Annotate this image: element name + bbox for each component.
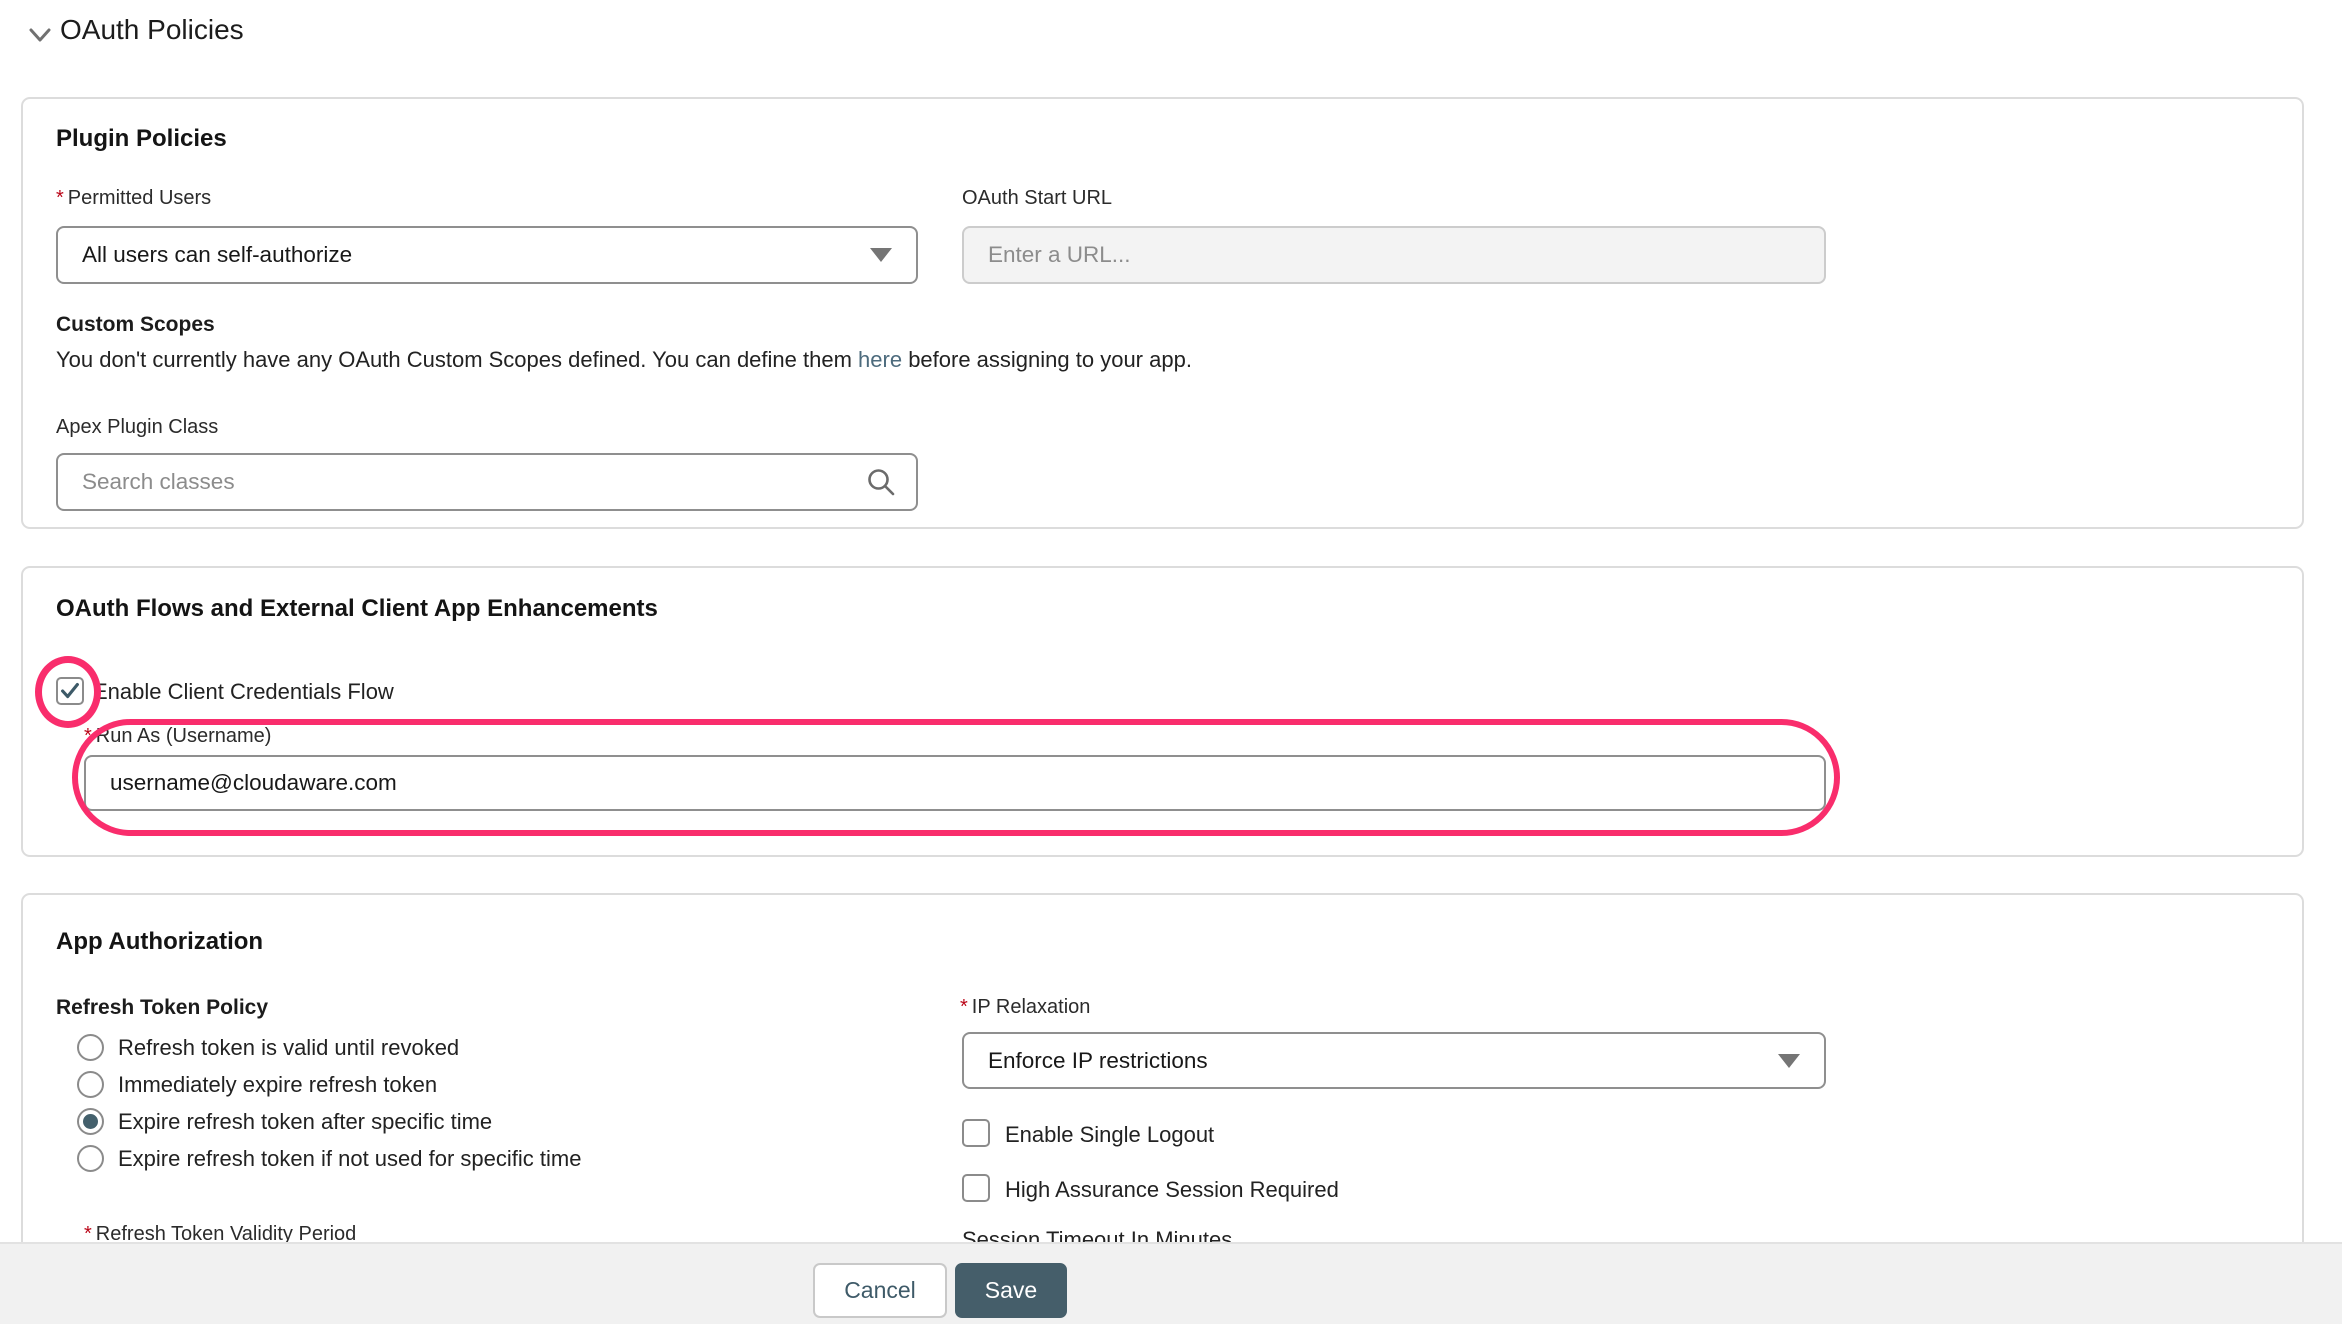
oauth-flows-heading: OAuth Flows and External Client App Enha… (56, 595, 658, 623)
search-classes-input[interactable] (56, 453, 918, 511)
app-authorization-heading: App Authorization (56, 928, 263, 956)
dropdown-caret-icon (870, 248, 892, 262)
here-link[interactable]: here (858, 347, 902, 372)
high-assurance-checkbox[interactable] (962, 1174, 990, 1202)
plugin-policies-card: Plugin Policies *Permitted Users All use… (21, 97, 2304, 529)
oauth-policies-page: OAuth Policies Plugin Policies *Permitte… (0, 0, 2342, 1324)
refresh-token-policy-label: Refresh Token Policy (56, 996, 268, 1020)
enable-client-credentials-label: Enable Client Credentials Flow (93, 679, 394, 705)
save-button[interactable]: Save (955, 1263, 1067, 1318)
required-marker: * (84, 725, 92, 747)
footer-bar: Cancel Save (0, 1242, 2342, 1324)
custom-scopes-text: You don't currently have any OAuth Custo… (56, 347, 1192, 373)
ip-relaxation-label: *IP Relaxation (960, 996, 1090, 1019)
oauth-start-url-label: OAuth Start URL (962, 187, 1112, 210)
permitted-users-label: *Permitted Users (56, 187, 211, 210)
permitted-users-select[interactable]: All users can self-authorize (56, 226, 918, 284)
radio-option-row: Immediately expire refresh token (77, 1071, 437, 1098)
required-marker: * (960, 996, 968, 1018)
chevron-down-icon[interactable] (24, 19, 56, 51)
page-title: OAuth Policies (60, 10, 244, 50)
apex-plugin-class-search (56, 453, 918, 511)
radio-option-row: Expire refresh token after specific time (77, 1108, 492, 1135)
apex-plugin-class-label: Apex Plugin Class (56, 416, 218, 439)
dropdown-caret-icon (1778, 1054, 1800, 1068)
radio-option-row: Refresh token is valid until revoked (77, 1034, 459, 1061)
permitted-users-value: All users can self-authorize (82, 242, 352, 268)
checkmark-icon (58, 678, 82, 704)
high-assurance-label: High Assurance Session Required (1005, 1177, 1339, 1203)
cancel-button[interactable]: Cancel (813, 1263, 947, 1318)
ip-relaxation-select[interactable]: Enforce IP restrictions (962, 1032, 1826, 1089)
radio-refresh-valid-until-revoked[interactable] (77, 1034, 104, 1061)
search-icon (866, 467, 896, 497)
run-as-label: *Run As (Username) (84, 725, 271, 748)
oauth-flows-card: OAuth Flows and External Client App Enha… (21, 566, 2304, 857)
radio-expire-if-not-used[interactable] (77, 1145, 104, 1172)
radio-immediately-expire[interactable] (77, 1071, 104, 1098)
run-as-input[interactable] (84, 755, 1826, 811)
oauth-start-url-input[interactable] (962, 226, 1826, 284)
radio-option-row: Expire refresh token if not used for spe… (77, 1145, 581, 1172)
enable-client-credentials-checkbox[interactable] (56, 677, 84, 705)
required-marker: * (56, 187, 64, 209)
enable-single-logout-checkbox[interactable] (962, 1119, 990, 1147)
enable-single-logout-label: Enable Single Logout (1005, 1122, 1214, 1148)
custom-scopes-label: Custom Scopes (56, 313, 215, 337)
plugin-policies-heading: Plugin Policies (56, 125, 227, 153)
radio-expire-after-specific-time[interactable] (77, 1108, 104, 1135)
ip-relaxation-value: Enforce IP restrictions (988, 1048, 1208, 1074)
